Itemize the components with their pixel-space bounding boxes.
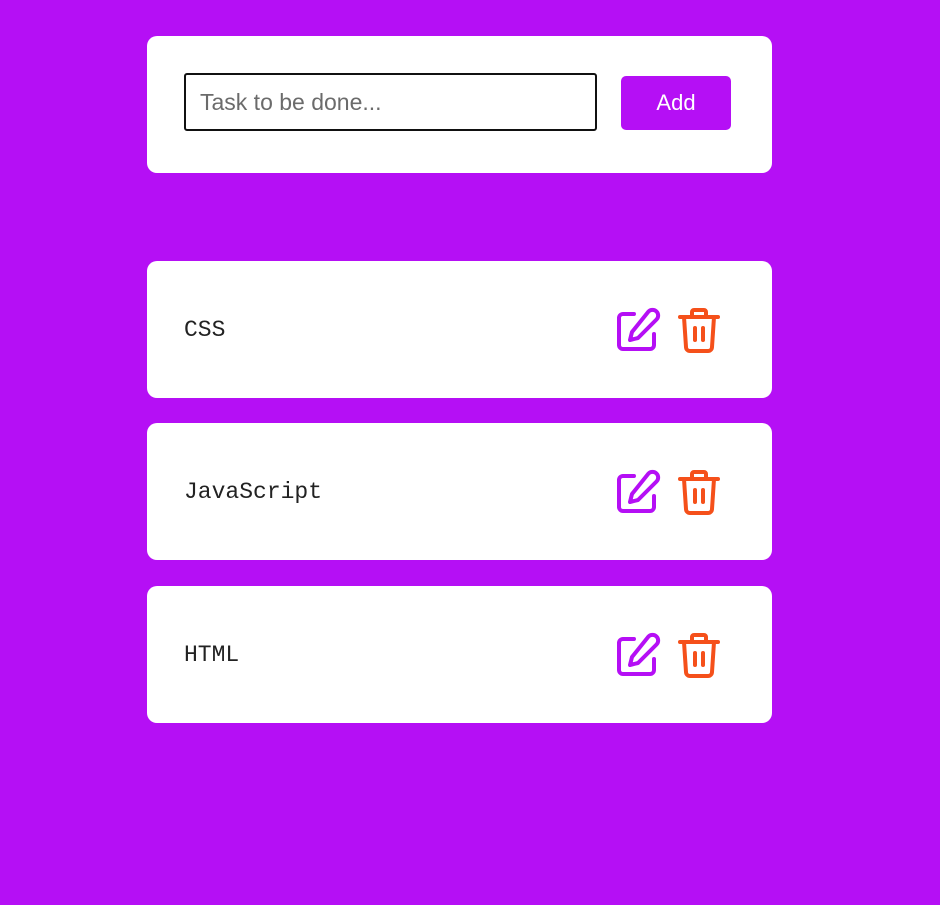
task-form: Add	[147, 36, 772, 173]
edit-icon	[617, 469, 661, 513]
task-item: JavaScript	[147, 423, 772, 560]
add-button[interactable]: Add	[621, 76, 731, 130]
edit-icon	[617, 307, 661, 351]
delete-button[interactable]	[674, 467, 724, 517]
delete-button[interactable]	[674, 630, 724, 680]
task-text: JavaScript	[184, 478, 323, 505]
task-text: CSS	[184, 316, 226, 343]
delete-button[interactable]	[674, 305, 724, 355]
task-input[interactable]	[184, 73, 597, 131]
edit-button[interactable]	[613, 630, 663, 680]
trash-icon	[678, 307, 720, 353]
trash-icon	[678, 469, 720, 515]
task-item: CSS	[147, 261, 772, 398]
edit-button[interactable]	[613, 305, 663, 355]
edit-icon	[617, 632, 661, 676]
task-item: HTML	[147, 586, 772, 723]
edit-button[interactable]	[613, 467, 663, 517]
trash-icon	[678, 632, 720, 678]
task-text: HTML	[184, 641, 240, 668]
